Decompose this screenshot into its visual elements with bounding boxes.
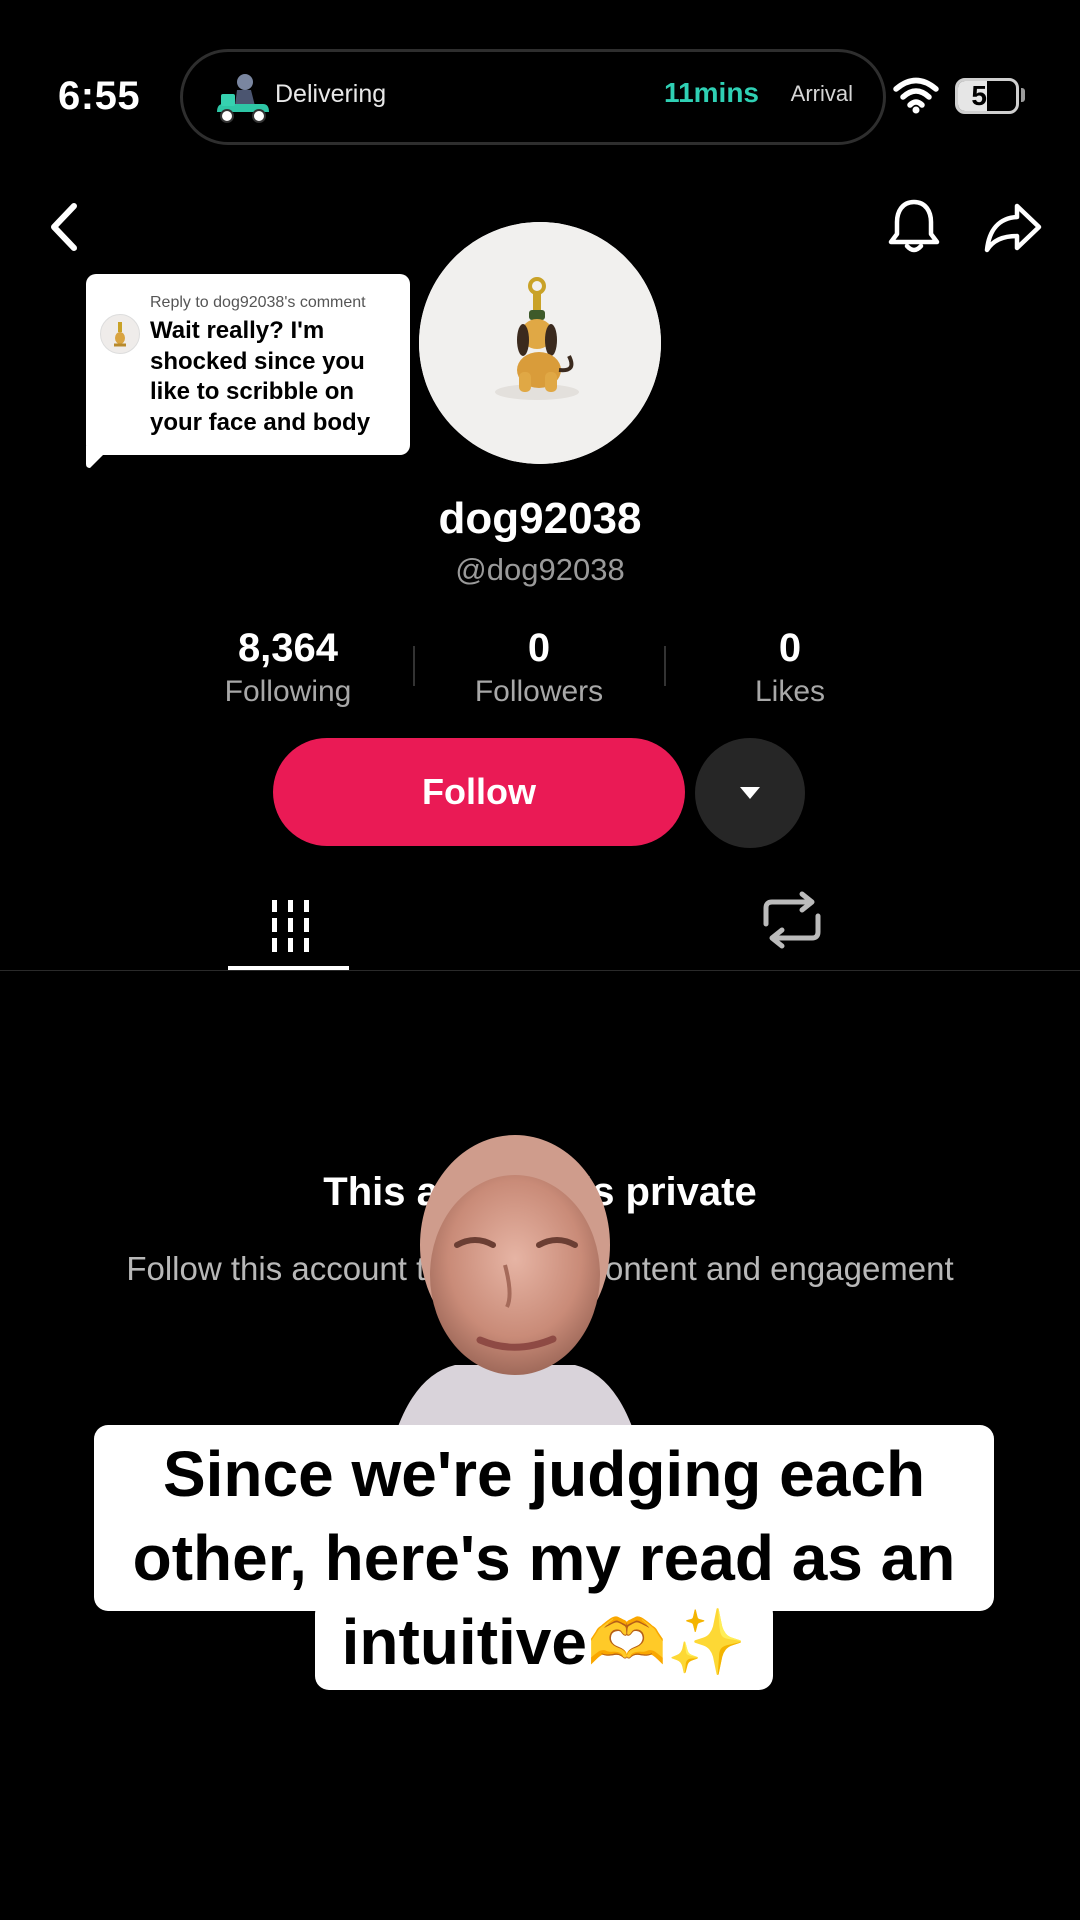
delivery-scooter-icon bbox=[217, 74, 269, 123]
wifi-icon bbox=[893, 77, 939, 114]
share-icon[interactable] bbox=[983, 200, 1043, 254]
delivery-status-label: Delivering bbox=[275, 80, 387, 108]
stat-value: 8,364 bbox=[237, 626, 339, 670]
delivery-eta: 11mins bbox=[664, 77, 759, 108]
stat-value: 0 bbox=[527, 626, 551, 670]
status-time: 6:55 bbox=[58, 74, 141, 118]
stat-divider bbox=[664, 646, 666, 686]
battery-icon: 50 bbox=[955, 78, 1019, 114]
delivery-eta-label: Arrival bbox=[790, 81, 853, 106]
presenter-face-overlay bbox=[395, 1135, 635, 1435]
back-icon[interactable] bbox=[44, 200, 84, 254]
stat-value: 0 bbox=[778, 626, 802, 670]
stat-following[interactable]: 8,364 Following bbox=[188, 624, 388, 712]
videos-grid-tab-icon[interactable] bbox=[228, 890, 352, 970]
profile-display-name: dog92038 bbox=[438, 494, 642, 543]
bell-icon[interactable] bbox=[886, 196, 942, 256]
tabs-divider bbox=[0, 970, 1080, 971]
delivery-live-activity[interactable]: Delivering 11mins Arrival bbox=[180, 49, 886, 145]
commenter-avatar bbox=[100, 314, 140, 354]
repost-tab-icon[interactable] bbox=[752, 890, 832, 950]
video-caption: Since we're judging each other, here's m… bbox=[132, 1438, 956, 1678]
battery-tip bbox=[1021, 88, 1025, 102]
reply-comment-text: Wait really? I'm shocked since you like … bbox=[150, 317, 371, 436]
stat-divider bbox=[413, 646, 415, 686]
stat-label: Following bbox=[224, 675, 352, 708]
follow-button[interactable]: Follow bbox=[273, 738, 685, 846]
battery-level: 50 bbox=[971, 80, 1003, 111]
reply-header: Reply to dog92038's comment bbox=[150, 294, 366, 311]
profile-avatar[interactable] bbox=[419, 222, 661, 464]
stat-followers[interactable]: 0 Followers bbox=[439, 624, 639, 712]
suggested-accounts-button[interactable] bbox=[695, 738, 805, 848]
pluto-keychain-image bbox=[419, 222, 661, 464]
commenter-avatar-image bbox=[114, 322, 126, 347]
dropdown-caret-icon bbox=[740, 787, 760, 799]
reply-comment-bubble: Reply to dog92038's comment Wait really?… bbox=[86, 274, 410, 455]
stat-label: Likes bbox=[754, 675, 826, 708]
bubble-tail bbox=[86, 446, 112, 468]
stat-label: Followers bbox=[474, 675, 604, 708]
profile-handle: @dog92038 bbox=[455, 552, 625, 587]
stat-likes[interactable]: 0 Likes bbox=[690, 624, 890, 712]
